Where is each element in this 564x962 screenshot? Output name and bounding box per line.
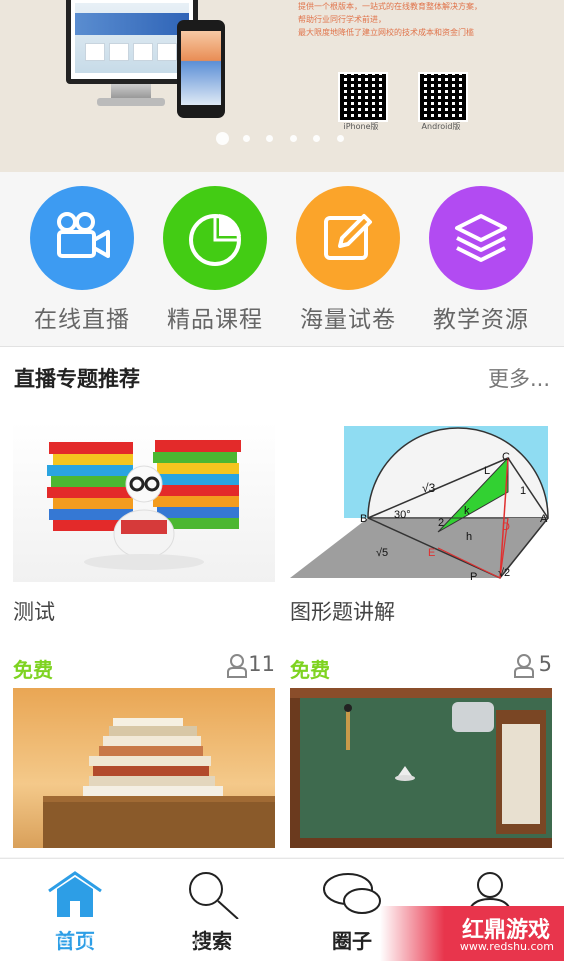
course-card-3[interactable]: [13, 688, 275, 850]
point-e-label: E: [428, 547, 435, 559]
point-p-label: P: [470, 571, 477, 582]
banner-line-1: 提供一个根版本，一站式的在线教育整体解决方案，: [298, 2, 482, 11]
phone-illustration: [177, 20, 225, 118]
course-card-2[interactable]: B C A D E P L √3 30° 2 k h 1 √5 √2 图形题讲解…: [290, 422, 552, 687]
banner-text: 提供一个根版本，一站式的在线教育整体解决方案， 帮助行业同行学术前进， 最大限度…: [298, 0, 548, 39]
pie-chart-icon: [163, 186, 267, 290]
course-card-4[interactable]: [290, 688, 552, 850]
course-thumbnail-book-stack: [13, 688, 275, 848]
section-title: 直播专题推荐: [14, 367, 140, 391]
search-icon: [189, 872, 239, 920]
android-qr-label: Android版: [421, 122, 461, 131]
category-live[interactable]: 在线直播: [15, 186, 149, 334]
course-thumbnail-books: [13, 422, 275, 582]
category-label: 在线直播: [34, 307, 130, 333]
banner-line-3: 最大限度地降低了建立网校的技术成本和资金门槛: [298, 28, 474, 37]
site-watermark: 红鼎游戏 www.redshu.com: [380, 906, 564, 961]
point-a-label: A: [540, 513, 548, 525]
carousel-dot-5[interactable]: [313, 135, 320, 142]
iphone-qr-code: [338, 72, 388, 122]
course-card-1[interactable]: 测试 免费 11: [13, 422, 275, 687]
course-title: 图形题讲解: [290, 600, 395, 624]
home-icon: [48, 871, 102, 917]
course-thumbnail-physics-sim: [290, 688, 552, 848]
watermark-url: www.redshu.com: [459, 940, 554, 953]
length-one-label: 1: [520, 485, 526, 497]
category-label: 教学资源: [433, 307, 529, 333]
carousel-dot-3[interactable]: [266, 135, 273, 142]
carousel-dot-6[interactable]: [337, 135, 344, 142]
category-grid: 在线直播 精品课程 海量试卷 教学资源: [0, 172, 564, 347]
price-label: 免费: [290, 658, 330, 682]
category-exams[interactable]: 海量试卷: [281, 186, 415, 334]
iphone-qr-label: iPhone版: [343, 122, 379, 131]
length-two-label: 2: [438, 517, 444, 529]
watermark-text: free for personal use: [8, 930, 206, 952]
monitor-base: [97, 98, 165, 106]
monitor-stand: [111, 84, 151, 98]
category-label: 海量试卷: [300, 307, 396, 333]
k-label: k: [464, 505, 470, 517]
sqrt2-label: √2: [498, 567, 510, 579]
carousel-dot-2[interactable]: [243, 135, 250, 142]
sqrt5-label: √5: [376, 547, 388, 559]
participant-count: 5: [538, 652, 552, 676]
category-label: 精品课程: [167, 307, 263, 333]
point-d-label: D: [502, 521, 510, 533]
video-camera-icon: [30, 186, 134, 290]
h-label: h: [466, 531, 472, 543]
user-icon: [227, 654, 247, 678]
point-b-label: B: [360, 513, 367, 525]
carousel-indicator[interactable]: [0, 132, 564, 145]
course-thumbnail-geometry: B C A D E P L √3 30° 2 k h 1 √5 √2: [290, 422, 552, 582]
user-icon: [514, 654, 534, 678]
sqrt3-label: √3: [422, 481, 436, 495]
category-courses[interactable]: 精品课程: [148, 186, 282, 334]
android-qr-code: [418, 72, 468, 122]
edit-paper-icon: [296, 186, 400, 290]
participant-count: 11: [248, 652, 275, 676]
layers-icon: [429, 186, 533, 290]
carousel-dot-1[interactable]: [216, 132, 229, 145]
price-label: 免费: [13, 658, 53, 682]
live-topics-section: 直播专题推荐 更多... 测试 免费 11 B C A D E P L √3 3…: [0, 347, 564, 857]
more-link[interactable]: 更多...: [488, 363, 550, 393]
chat-icon: [323, 873, 381, 914]
course-title: 测试: [13, 600, 55, 624]
angle-label: 30°: [394, 509, 411, 521]
point-l-label: L: [484, 465, 490, 477]
carousel-dot-4[interactable]: [290, 135, 297, 142]
point-c-label: C: [502, 451, 510, 463]
promo-banner[interactable]: 提供一个根版本，一站式的在线教育整体解决方案， 帮助行业同行学术前进， 最大限度…: [0, 0, 564, 172]
category-resources[interactable]: 教学资源: [414, 186, 548, 334]
banner-line-2: 帮助行业同行学术前进，: [298, 15, 386, 24]
